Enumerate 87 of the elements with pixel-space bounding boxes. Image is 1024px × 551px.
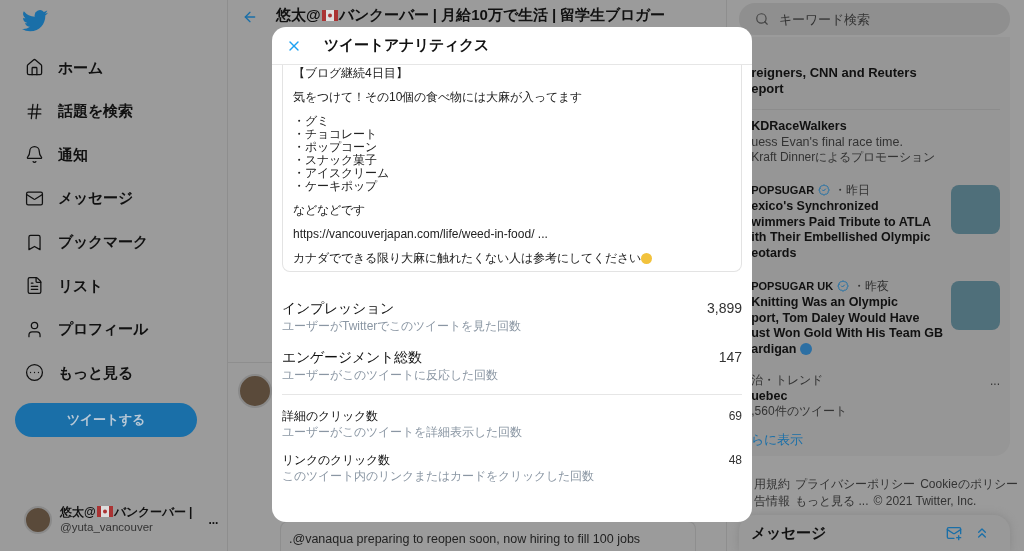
nav-item[interactable]: ホーム	[15, 46, 197, 90]
metric-description: ユーザーがこのツイートを詳細表示した回数	[282, 425, 523, 440]
verified-icon	[837, 280, 850, 292]
metric-value: 69	[728, 408, 742, 425]
metric-label: エンゲージメント総数	[282, 348, 422, 367]
footer-link[interactable]: 告情報	[754, 492, 791, 510]
metric-value: 3,899	[706, 299, 742, 318]
photo-placeholder	[951, 281, 1000, 330]
nav-item[interactable]: 話題を検索	[15, 89, 197, 134]
news-headline: ith Their Embellished Olympic	[751, 230, 931, 246]
footer-link[interactable]: © 2021 Twitter, Inc.	[873, 492, 977, 510]
more-button[interactable]: ...	[990, 373, 1000, 389]
tweet-line: ・スナック菓子	[293, 154, 377, 167]
tweet-line: ・ケーキポップ	[293, 180, 377, 193]
drawer-title: メッセージ	[751, 522, 828, 543]
nav-icon	[25, 232, 44, 252]
new-message-icon[interactable]	[946, 525, 962, 541]
flag-icon	[96, 506, 113, 517]
search-icon	[755, 12, 770, 26]
photo-placeholder	[951, 185, 1000, 234]
account-menu-button[interactable]: ...	[208, 511, 219, 529]
news-headline: Knitting Was an Olympic	[751, 295, 898, 311]
tweet-line: ・グミ	[293, 115, 329, 128]
tweet-line: 【ブログ継続4日目】	[293, 67, 408, 80]
footer-link[interactable]: もっと見る ...	[795, 492, 869, 510]
metric-value: 147	[718, 348, 742, 367]
account-handle: @yuta_vancouver	[60, 520, 154, 535]
nav-item[interactable]: もっと見る	[15, 351, 197, 395]
yarn-icon	[800, 343, 813, 356]
post-time: ・昨日	[834, 182, 871, 199]
tweet-line: ・チョコレート	[293, 128, 377, 141]
verified-icon	[818, 184, 831, 196]
news-headline: ardigan	[751, 341, 797, 357]
metric-label: リンクのクリック数	[282, 452, 390, 469]
metric-description: ユーザーがこのツイートに反応した回数	[282, 368, 499, 382]
trend-context: 治・トレンド	[751, 373, 825, 388]
metric-description: このツイート内のリンクまたはカードをクリックした回数	[282, 469, 595, 484]
metric-label: インプレッション	[282, 299, 394, 318]
trend-title: KDRaceWalkers	[751, 118, 848, 134]
tweet-line: カナダでできる限り大麻に触れたくない人は参考にしてください	[293, 252, 641, 265]
trend-headline: eport	[751, 81, 785, 97]
search-field[interactable]: キーワード検索	[739, 3, 1010, 35]
nav-item[interactable]: ブックマーク	[15, 220, 197, 264]
account-name: 悠太@ バンクーバー |	[60, 505, 193, 520]
nav-icon	[25, 319, 44, 339]
metric-description: ユーザーがTwitterでこのツイートを見た回数	[282, 319, 523, 333]
messages-drawer[interactable]: メッセージ	[739, 515, 1010, 551]
bird-logo-icon[interactable]	[22, 10, 48, 32]
nav-item[interactable]: メッセージ	[15, 176, 197, 221]
nav-item[interactable]: リスト	[15, 263, 197, 308]
trend-headline: reigners, CNN and Reuters	[751, 65, 918, 81]
profile-title: 悠太@ バンクーバー | 月給10万で生活 | 留学生ブロガー	[276, 5, 666, 26]
tweet-line: ・ポップコーン	[293, 141, 377, 154]
news-headline: exico's Synchronized	[751, 199, 879, 215]
tweet-count: ,560件のツイート	[751, 404, 848, 419]
news-source: POPSUGAR UK	[751, 278, 834, 294]
tweet-line: などなどです	[293, 204, 365, 217]
avatar[interactable]	[24, 506, 52, 534]
trend-text: uess Evan's final race time.	[751, 134, 904, 150]
nav-item[interactable]: プロフィール	[15, 307, 197, 352]
nav-icon	[25, 363, 44, 383]
tweet-line: ・アイスクリーム	[293, 167, 389, 180]
nav-icon	[25, 276, 44, 296]
nav-item[interactable]: 通知	[15, 133, 197, 177]
footer-link[interactable]: プライバシーポリシー	[795, 475, 916, 493]
news-source: POPSUGAR	[751, 182, 815, 198]
post-time: ・昨夜	[853, 278, 890, 295]
nav-icon	[25, 101, 44, 121]
trend-title: uebec	[751, 388, 789, 404]
footer-link[interactable]: Cookieのポリシー	[920, 475, 1018, 493]
news-headline: port, Tom Daley Would Have	[751, 310, 920, 326]
metric-label: 詳細のクリック数	[282, 408, 378, 425]
nav-icon	[25, 145, 44, 165]
tweet-text: .@vanaqua preparing to reopen soon, now hiring to fill 100 jobs	[289, 531, 642, 548]
avatar[interactable]	[238, 374, 272, 408]
flag-icon	[321, 10, 338, 22]
tweet-line: 気をつけて！その10個の食べ物には大麻が入ってます	[293, 91, 583, 104]
nav-icon	[25, 58, 44, 78]
news-headline: eotards	[751, 245, 797, 261]
footer-link[interactable]: 用規約	[754, 475, 791, 493]
promoted-label: Kraft Dinnerによるプロモーション	[751, 150, 937, 165]
dialog-title: ツイートアナリティクス	[324, 35, 489, 56]
relieved-face-icon	[641, 253, 652, 264]
news-headline: wimmers Paid Tribute to ATLA	[751, 214, 932, 230]
metric-value: 48	[728, 452, 742, 469]
tweet-line: https://vancouverjapan.com/life/weed-in-food/ ...	[293, 228, 548, 241]
news-headline: ust Won Gold With His Team GB	[751, 326, 943, 342]
